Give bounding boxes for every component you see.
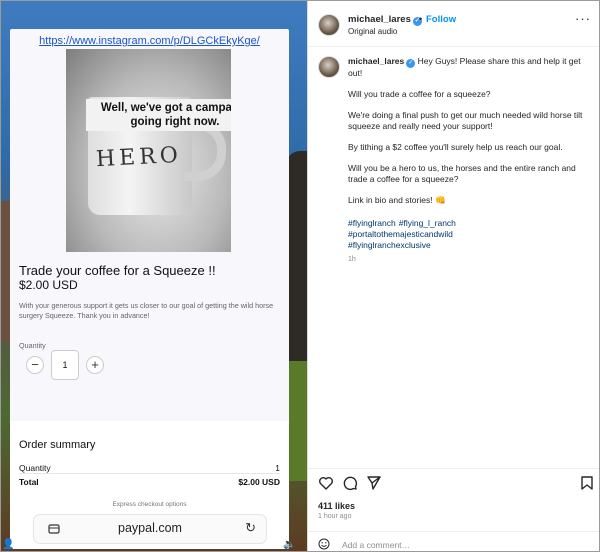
follow-button[interactable]: Follow (426, 14, 456, 25)
scene-grass (287, 361, 307, 481)
bookmark-icon[interactable] (579, 475, 595, 491)
share-icon[interactable] (366, 475, 382, 491)
caption-line: We're doing a final push to get our much… (348, 110, 583, 131)
hashtag-link[interactable]: #flying_l_ranch (399, 218, 456, 228)
caption-line: Will you be a hero to us, the horses and… (348, 163, 576, 184)
post-url-link[interactable]: https://www.instagram.com/p/DLGCkEkyKge/ (10, 35, 289, 47)
heart-icon[interactable] (318, 475, 334, 491)
summary-total-value: $2.00 USD (238, 477, 280, 487)
likes-count[interactable]: 411 likes (318, 501, 355, 511)
avatar[interactable] (318, 14, 340, 36)
summary-quantity-label: Quantity (19, 463, 51, 473)
browser-address-bar[interactable]: paypal.com ↻ (34, 515, 266, 543)
hashtags: #flyinglranch #flying_l_ranch #portaltoth… (348, 218, 592, 251)
order-summary-title: Order summary (19, 439, 96, 451)
hashtag-link[interactable]: #portaltothemajesticandwild (348, 229, 453, 239)
post-panel: michael_lares ✓ • Follow Original audio ·… (307, 1, 599, 551)
caption-line: Link in bio and stories! 👊 (348, 195, 446, 205)
emoji-icon[interactable] (318, 538, 330, 550)
post-timestamp: 1 hour ago (318, 513, 352, 520)
caption-first-line: michael_lares ✓ Hey Guys! Please share th… (348, 56, 592, 79)
summary-total-label: Total (19, 477, 39, 487)
product-image: HERO Well, we've got a campaign going ri… (66, 49, 231, 252)
scene-background (286, 151, 307, 381)
caption-timestamp: 1h (348, 256, 356, 263)
comment-icon[interactable] (342, 475, 358, 491)
hashtag-link[interactable]: #flyinglranch (348, 218, 396, 228)
person-icon[interactable]: 👤 (2, 539, 14, 551)
header-username[interactable]: michael_lares ✓ (348, 14, 422, 26)
video-panel[interactable]: https://www.instagram.com/p/DLGCkEkyKge/… (1, 1, 307, 551)
product-title: Trade your coffee for a Squeeze !! (19, 263, 216, 278)
caption-username[interactable]: michael_lares (348, 56, 404, 66)
separator-dot: • (419, 14, 423, 24)
caption-line: Will you trade a coffee for a squeeze? (348, 89, 491, 99)
screenshot-frame: https://www.instagram.com/p/DLGCkEkyKge/… (0, 0, 600, 552)
summary-divider (19, 473, 280, 474)
post-caption: michael_lares ✓ Hey Guys! Please share th… (348, 56, 592, 216)
comment-divider (308, 531, 599, 532)
image-caption: Well, we've got a campaign going right n… (86, 99, 231, 131)
summary-quantity-value: 1 (275, 463, 280, 473)
product-description: With your generous support it gets us cl… (19, 301, 274, 320)
product-price: $2.00 USD (19, 278, 78, 292)
quantity-label: Quantity (19, 341, 46, 350)
more-options-icon[interactable]: ··· (575, 11, 591, 26)
quantity-increase-button[interactable]: + (86, 356, 104, 374)
caption-line: By tithing a $2 coffee you'll surely hel… (348, 142, 563, 152)
header-divider (308, 46, 599, 47)
username-text[interactable]: michael_lares (348, 14, 411, 25)
comment-input[interactable] (342, 537, 582, 551)
browser-url[interactable]: paypal.com (34, 521, 266, 535)
actions-divider (308, 468, 599, 469)
verified-icon: ✓ (406, 59, 416, 68)
hashtag-link[interactable]: #flyinglranchexclusive (348, 240, 431, 250)
volume-icon[interactable]: 🔈 (283, 539, 297, 551)
express-checkout-text: Express checkout options (112, 501, 187, 508)
audio-label[interactable]: Original audio (348, 27, 397, 36)
checkout-card: https://www.instagram.com/p/DLGCkEkyKge/… (10, 29, 289, 549)
mug-text: HERO (95, 142, 183, 173)
quantity-decrease-button[interactable]: − (26, 356, 44, 374)
quantity-input[interactable]: 1 (51, 350, 79, 380)
caption-avatar[interactable] (318, 56, 340, 78)
reload-icon[interactable]: ↻ (245, 520, 256, 536)
